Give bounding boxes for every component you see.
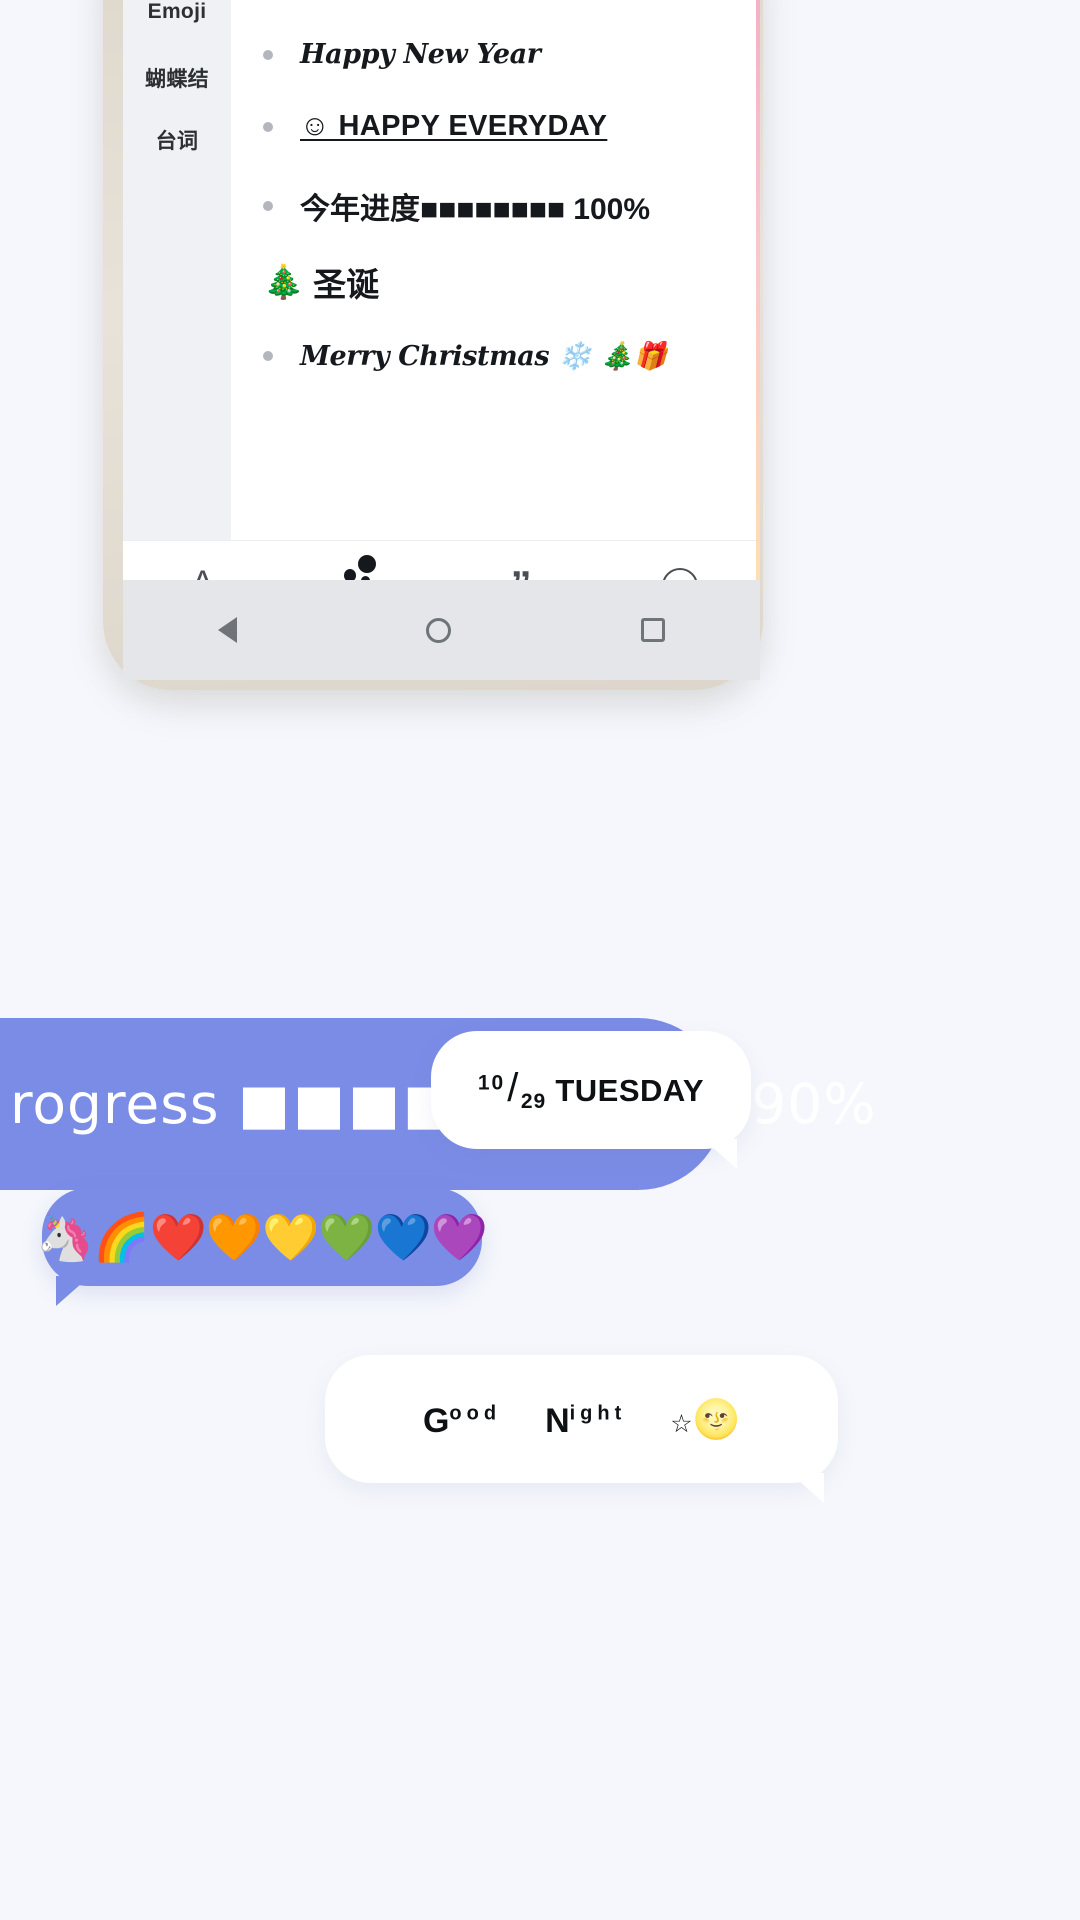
date-day: 29 <box>520 1090 547 1114</box>
date-message-text: 10/29 TUESDAY <box>478 1066 704 1114</box>
goodnight-ight: ight <box>569 1402 627 1425</box>
keyboard-toolbar[interactable]: A 短语 ” <box>123 540 760 580</box>
sidebar-item-bowtie[interactable]: 蝴蝶结 <box>123 63 231 93</box>
screen-edge-highlight <box>756 0 760 580</box>
star-icon: ☆ <box>670 1409 693 1438</box>
phrase-text: 今年进度■■■■■■■■ 100% <box>300 193 651 226</box>
keyboard-phrase-list[interactable]: ❄️ Happy New Year 🌿 Happy New Year ☺ HAP… <box>231 0 760 540</box>
section-header-christmas: 🎄 圣诞 <box>263 258 379 306</box>
list-item-partial[interactable]: Merry Christmas 🎄 <box>231 412 760 436</box>
phrase-text: ☺ HAPPY EVERYDAY <box>300 110 608 142</box>
goodnight-n: N <box>545 1401 570 1440</box>
bubble-tail <box>56 1276 90 1306</box>
list-item[interactable]: 今年进度■■■■■■■■ 100% <box>231 184 650 228</box>
list-item[interactable]: ☺ HAPPY EVERYDAY <box>231 110 607 143</box>
list-item[interactable]: Happy New Year <box>231 39 541 70</box>
toolbar-phrases-button[interactable]: 短语 <box>282 555 441 580</box>
message-bubble-goodnight[interactable]: Good Night ☆🌝 <box>325 1355 838 1503</box>
phrase-text: Happy New Year <box>300 39 541 70</box>
goodnight-g: G <box>422 1401 450 1440</box>
date-slash-icon: / <box>507 1065 519 1110</box>
phrase-text: Merry Christmas ❄️ 🎄🎁 <box>300 341 667 372</box>
dots-icon <box>343 555 380 580</box>
keyboard-category-sidebar[interactable]: Emoji 蝴蝶结 台词 <box>123 0 231 540</box>
bubble-tail <box>790 1473 824 1503</box>
moon-icon: 🌝 <box>692 1396 741 1441</box>
bullet-icon <box>263 49 273 60</box>
home-circle-icon[interactable] <box>426 617 452 643</box>
toolbar-emoji-button[interactable] <box>601 567 760 580</box>
screen-root: Emoji 蝴蝶结 台词 ❄️ Happy New Year 🌿 Happy N… <box>0 0 1080 1920</box>
message-bubble-date[interactable]: 10/29 TUESDAY <box>431 1031 751 1169</box>
sidebar-item-lines[interactable]: 台词 <box>123 125 231 155</box>
progress-label: rogress <box>10 1072 220 1136</box>
emoji-message-text: 🦄🌈❤️🧡💛💚💙💜 <box>36 1209 488 1264</box>
bullet-icon <box>263 121 273 132</box>
text-format-icon: A <box>191 566 214 581</box>
back-triangle-icon[interactable] <box>217 617 237 643</box>
date-month: 10 <box>477 1071 506 1095</box>
sidebar-item-emoji[interactable]: Emoji <box>123 0 231 24</box>
smiley-face-icon <box>662 567 699 580</box>
sidebar-item-label: 蝴蝶结 <box>145 68 209 91</box>
progress-percent: 90% <box>751 1072 877 1136</box>
goodnight-ood: ood <box>449 1402 502 1425</box>
recents-square-icon[interactable] <box>641 618 666 642</box>
message-bubble-emoji[interactable]: 🦄🌈❤️🧡💛💚💙💜 <box>37 1188 488 1306</box>
toolbar-font-style-button[interactable]: A <box>123 566 282 581</box>
sidebar-item-label: 台词 <box>155 130 199 153</box>
sidebar-item-label: Emoji <box>147 0 207 23</box>
christmas-tree-icon: 🎄 <box>263 262 305 301</box>
date-weekday: TUESDAY <box>555 1072 705 1108</box>
list-item[interactable]: Merry Christmas ❄️ 🎄🎁 <box>231 340 667 372</box>
android-navigation-bar[interactable] <box>123 580 760 680</box>
bubble-tail <box>703 1139 737 1169</box>
goodnight-message-text: Good Night ☆🌝 <box>423 1397 740 1442</box>
section-header-label: 圣诞 <box>313 266 380 303</box>
bullet-icon <box>263 351 273 361</box>
bullet-icon <box>263 201 273 211</box>
phone-screen: Emoji 蝴蝶结 台词 ❄️ Happy New Year 🌿 Happy N… <box>123 0 760 580</box>
